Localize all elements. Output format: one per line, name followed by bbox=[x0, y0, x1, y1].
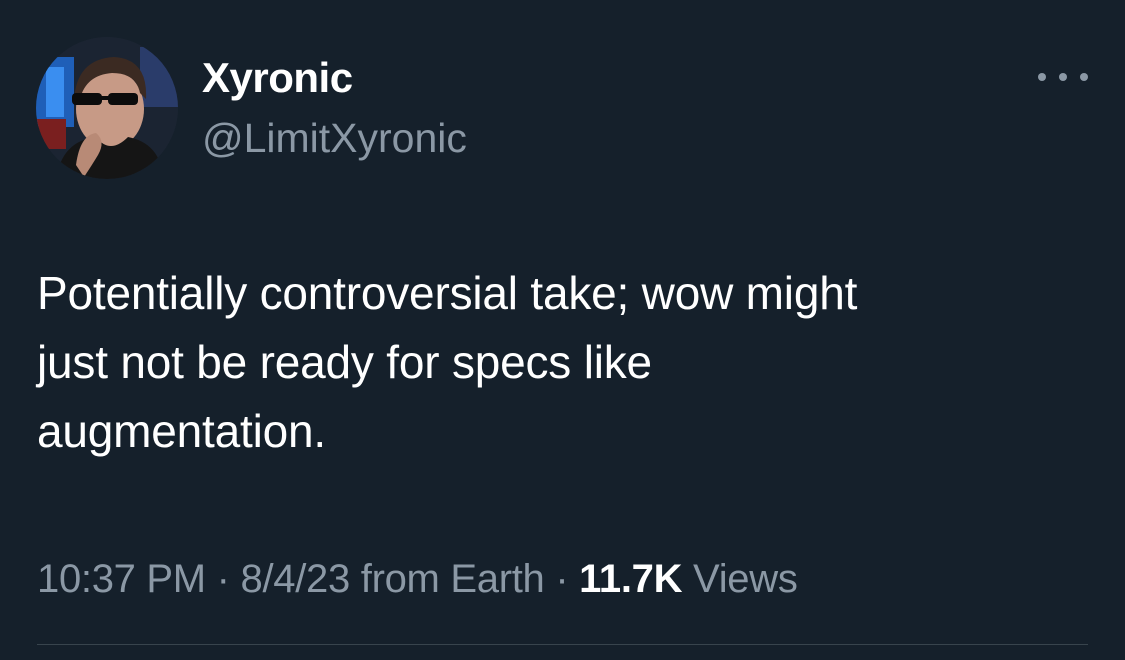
tweet-metadata: 10:37 PM · 8/4/23 from Earth · 11.7K Vie… bbox=[37, 554, 798, 604]
divider bbox=[37, 644, 1088, 645]
meta-separator: · bbox=[216, 557, 230, 601]
more-horizontal-icon bbox=[1080, 73, 1088, 81]
views-label: Views bbox=[693, 557, 798, 601]
top-action-icons-cutoff bbox=[140, 0, 440, 6]
tweet-date[interactable]: 8/4/23 bbox=[241, 557, 351, 601]
handle[interactable]: @LimitXyronic bbox=[202, 113, 467, 163]
meta-separator: · bbox=[555, 557, 569, 601]
tweet-time[interactable]: 10:37 PM bbox=[37, 557, 206, 601]
avatar[interactable] bbox=[36, 37, 178, 179]
views-count[interactable]: 11.7K bbox=[579, 557, 682, 601]
avatar-photo-icon bbox=[36, 37, 178, 179]
tweet-source: from Earth bbox=[360, 557, 545, 601]
more-horizontal-icon bbox=[1038, 73, 1046, 81]
tweet-text: Potentially controversial take; wow migh… bbox=[37, 267, 858, 457]
more-horizontal-icon bbox=[1059, 73, 1067, 81]
display-name[interactable]: Xyronic bbox=[202, 53, 353, 103]
more-options-button[interactable] bbox=[1038, 60, 1088, 94]
